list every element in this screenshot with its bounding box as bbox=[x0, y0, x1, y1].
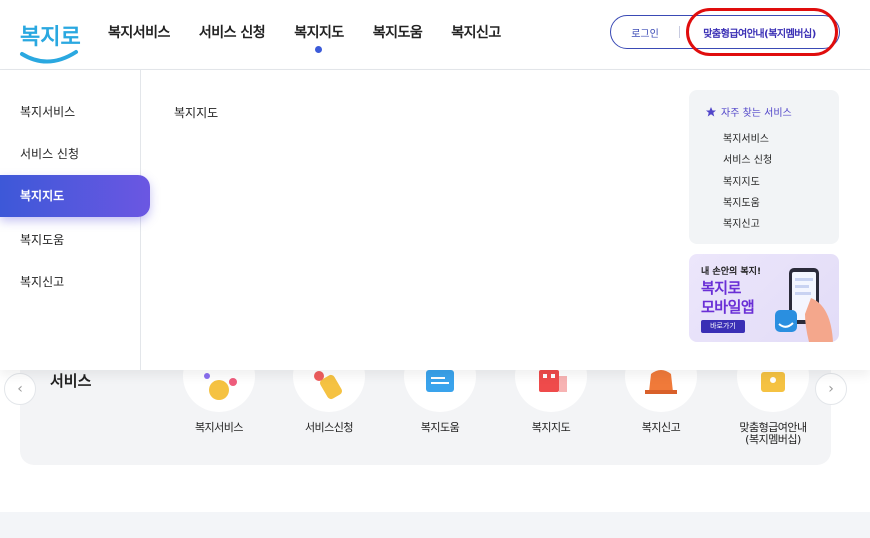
mega-menu: 복지서비스 서비스 신청 복지지도 복지도움 복지신고 복지지도 자주 찾는 서… bbox=[0, 70, 870, 370]
mega-side-item-welfare-report[interactable]: 복지신고 bbox=[0, 261, 150, 303]
header: 복지로 복지서비스 서비스 신청 복지지도 복지도움 복지신고 로그인 맞춤형급… bbox=[0, 0, 870, 70]
footer-strip bbox=[0, 512, 870, 538]
frequent-services-box: 자주 찾는 서비스 복지서비스 서비스 신청 복지지도 복지도움 복지신고 bbox=[689, 90, 839, 244]
membership-link[interactable]: 맞춤형급여안내(복지멤버십) bbox=[680, 25, 839, 40]
service-item-label: 복지신고 bbox=[641, 421, 681, 434]
frequent-item-service-apply[interactable]: 서비스 신청 bbox=[723, 151, 772, 166]
frequent-item-welfare-help[interactable]: 복지도움 bbox=[723, 194, 760, 209]
mega-side-item-welfare-help[interactable]: 복지도움 bbox=[0, 219, 150, 261]
active-indicator-dot bbox=[315, 46, 323, 53]
service-item-label: 복지도움 bbox=[420, 421, 460, 434]
banner-subtitle: 내 손안의 복지! bbox=[701, 267, 762, 277]
logo-text: 복지로 bbox=[20, 25, 81, 50]
gnb-item-welfare-help[interactable]: 복지도움 bbox=[373, 22, 423, 42]
banner-title-line2: 모바일앱 bbox=[701, 298, 755, 316]
banner-go-button[interactable]: 바로가기 bbox=[701, 320, 745, 333]
mega-side-item-welfare-service[interactable]: 복지서비스 bbox=[0, 91, 150, 133]
service-item-label: 복지서비스 bbox=[194, 421, 244, 434]
banner-title-line1: 복지로 bbox=[701, 279, 741, 297]
service-item-label: 복지지도 bbox=[531, 421, 571, 434]
global-nav: 복지서비스 서비스 신청 복지지도 복지도움 복지신고 bbox=[108, 22, 530, 53]
phone-hand-icon bbox=[775, 268, 833, 342]
frequent-services-title: 자주 찾는 서비스 bbox=[705, 104, 792, 119]
logo[interactable]: 복지로 bbox=[18, 14, 82, 68]
star-icon bbox=[706, 106, 716, 116]
mega-side-item-welfare-map[interactable]: 복지지도 bbox=[0, 175, 150, 217]
frequent-item-welfare-map[interactable]: 복지지도 bbox=[723, 173, 760, 188]
service-section-title: 서비스 bbox=[50, 372, 92, 390]
service-item-label: 서비스신청 bbox=[304, 421, 354, 434]
page: 복지로 복지서비스 서비스 신청 복지지도 복지도움 복지신고 로그인 맞춤형급… bbox=[0, 0, 870, 538]
logo-image: 복지로 bbox=[20, 25, 81, 64]
login-link[interactable]: 로그인 bbox=[611, 25, 679, 40]
util-box: 로그인 맞춤형급여안내(복지멤버십) bbox=[610, 15, 840, 49]
gnb-item-welfare-report[interactable]: 복지신고 bbox=[451, 22, 501, 42]
prev-arrow-icon[interactable]: ‹ bbox=[4, 373, 36, 405]
mega-side-item-service-apply[interactable]: 서비스 신청 bbox=[0, 133, 150, 175]
frequent-item-welfare-service[interactable]: 복지서비스 bbox=[723, 130, 769, 145]
frequent-item-welfare-report[interactable]: 복지신고 bbox=[723, 215, 760, 230]
mobile-app-banner[interactable]: 내 손안의 복지! 복지로 모바일앱 바로가기 bbox=[689, 254, 839, 342]
submenu-link-welfare-map[interactable]: 복지지도 bbox=[174, 104, 218, 121]
service-item-label: 맞춤형급여안내 (복지멤버십) bbox=[739, 421, 807, 446]
gnb-item-welfare-service[interactable]: 복지서비스 bbox=[108, 22, 170, 42]
gnb-item-service-apply[interactable]: 서비스 신청 bbox=[199, 22, 266, 42]
gnb-item-welfare-map[interactable]: 복지지도 bbox=[294, 22, 344, 53]
